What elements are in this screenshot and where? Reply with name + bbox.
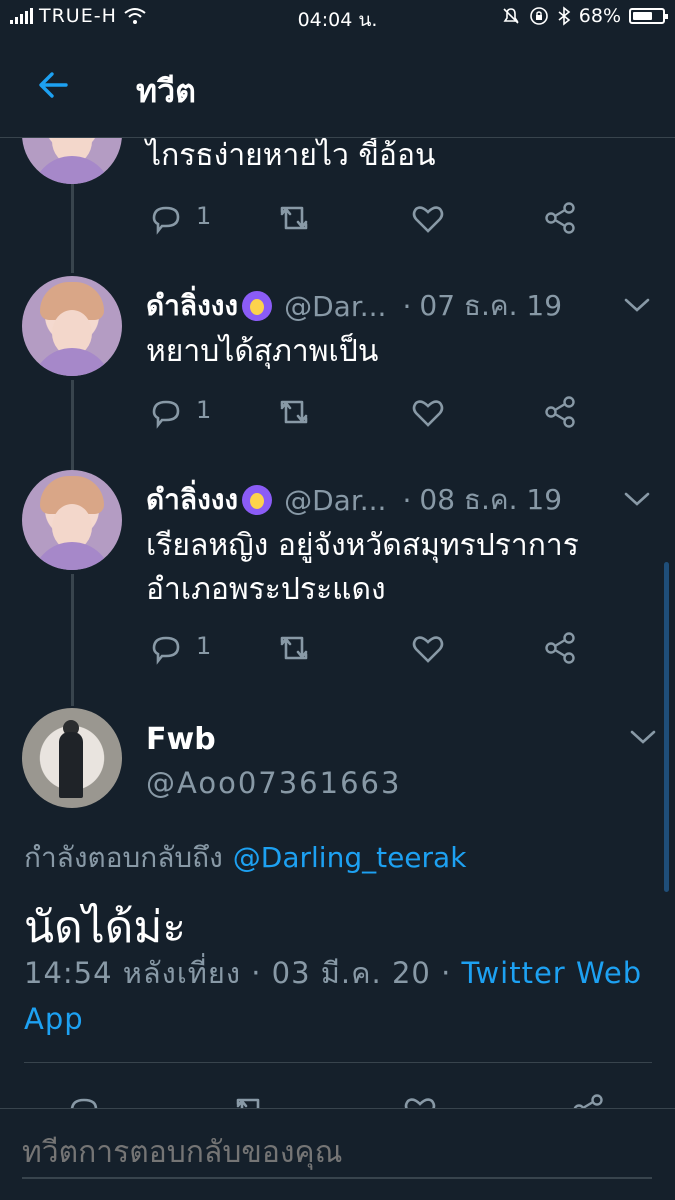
replying-label: กำลังตอบกลับถึง — [24, 841, 223, 874]
tweet-meta: 14:54 หลังเที่ยง · 03 มี.ค. 20 · Twitter… — [24, 950, 654, 1042]
avatar-person — [59, 732, 83, 798]
tweet-date[interactable]: 08 ธ.ค. 19 — [419, 478, 562, 522]
tweet-text-line: อำเภอพระประแดง — [146, 572, 386, 607]
rotation-lock-icon — [529, 7, 548, 25]
divider — [24, 1062, 652, 1063]
reply-count: 1 — [196, 632, 212, 660]
reply-icon[interactable] — [146, 392, 186, 432]
user-handle[interactable]: @Dar... — [284, 290, 386, 323]
like-icon[interactable] — [400, 1090, 440, 1110]
tweet-timestamp: 14:54 หลังเที่ยง · 03 มี.ค. 20 · — [24, 956, 462, 990]
tweet-text: เรียลหญิง อยู่จังหวัดสมุทรปราการ อำเภอพร… — [146, 524, 579, 612]
avatar-shirt — [32, 542, 112, 570]
reply-icon[interactable] — [146, 198, 186, 238]
share-icon[interactable] — [540, 198, 580, 238]
chevron-down-icon[interactable] — [622, 488, 652, 508]
tweet-actions: 1 — [146, 198, 586, 238]
mute-bell-icon — [503, 8, 519, 24]
separator-dot: · — [402, 289, 412, 323]
retweet-icon[interactable] — [274, 392, 314, 432]
display-name[interactable]: Fwb — [146, 722, 216, 757]
status-right: 68% — [501, 5, 668, 27]
tweet-actions: 1 — [146, 628, 586, 668]
battery-icon — [629, 8, 668, 24]
tweet-text-line: เรียลหญิง อยู่จังหวัดสมุทรปราการ — [146, 528, 579, 563]
replying-to: กำลังตอบกลับถึง @Darling_teerak — [24, 836, 466, 880]
bluetooth-icon — [558, 6, 571, 26]
status-bar: TRUE-H 04:04 น. 68% — [0, 0, 675, 34]
like-icon[interactable] — [408, 198, 448, 238]
display-name[interactable]: ดำลิ่งงง — [146, 284, 238, 328]
woman-emoji-icon — [242, 485, 273, 515]
avatar-shirt — [32, 348, 112, 376]
reply-count: 1 — [196, 396, 212, 424]
scrollbar[interactable] — [664, 562, 669, 892]
avatar-shirt — [32, 156, 112, 184]
chevron-down-icon[interactable] — [622, 294, 652, 314]
battery-percent: 68% — [578, 5, 621, 27]
avatar[interactable] — [22, 470, 122, 570]
reply-input[interactable] — [22, 1127, 652, 1179]
tweet-text: หยาบได้สุภาพเป็น — [146, 334, 379, 369]
retweet-icon[interactable] — [274, 628, 314, 668]
reply-bar — [0, 1108, 675, 1200]
reply-count: 1 — [196, 202, 212, 230]
main-tweet-actions — [0, 1090, 675, 1110]
tweet-text: ไกรธง่ายหายไว ขี้อ้อน — [146, 138, 436, 173]
retweet-icon[interactable] — [230, 1090, 270, 1110]
display-name[interactable]: ดำลิ่งงง — [146, 478, 238, 522]
back-arrow-icon[interactable] — [32, 64, 74, 106]
header: ทวีต — [0, 34, 675, 138]
reply-icon[interactable] — [64, 1090, 104, 1110]
avatar[interactable] — [22, 708, 122, 808]
retweet-icon[interactable] — [274, 198, 314, 238]
thread-line — [71, 574, 74, 706]
like-icon[interactable] — [408, 628, 448, 668]
avatar[interactable] — [22, 276, 122, 376]
woman-emoji-icon — [242, 291, 273, 321]
tweet-header: ดำลิ่งงง @Dar... · 08 ธ.ค. 19 — [146, 478, 562, 522]
user-handle[interactable]: @Dar... — [284, 484, 386, 517]
mention-link[interactable]: @Darling_teerak — [233, 841, 467, 874]
tweet-date[interactable]: 07 ธ.ค. 19 — [419, 284, 562, 328]
battery-fill — [633, 12, 653, 20]
page-title: ทวีต — [136, 72, 196, 110]
share-icon[interactable] — [540, 392, 580, 432]
tweet-actions: 1 — [146, 392, 586, 432]
chevron-down-icon[interactable] — [628, 726, 658, 746]
separator-dot: · — [402, 483, 412, 517]
reply-icon[interactable] — [146, 628, 186, 668]
share-icon[interactable] — [568, 1090, 608, 1110]
share-icon[interactable] — [540, 628, 580, 668]
thread-line — [71, 380, 74, 470]
user-handle[interactable]: @Aoo07361663 — [146, 766, 401, 800]
tweet-header: ดำลิ่งงง @Dar... · 07 ธ.ค. 19 — [146, 284, 562, 328]
like-icon[interactable] — [408, 392, 448, 432]
